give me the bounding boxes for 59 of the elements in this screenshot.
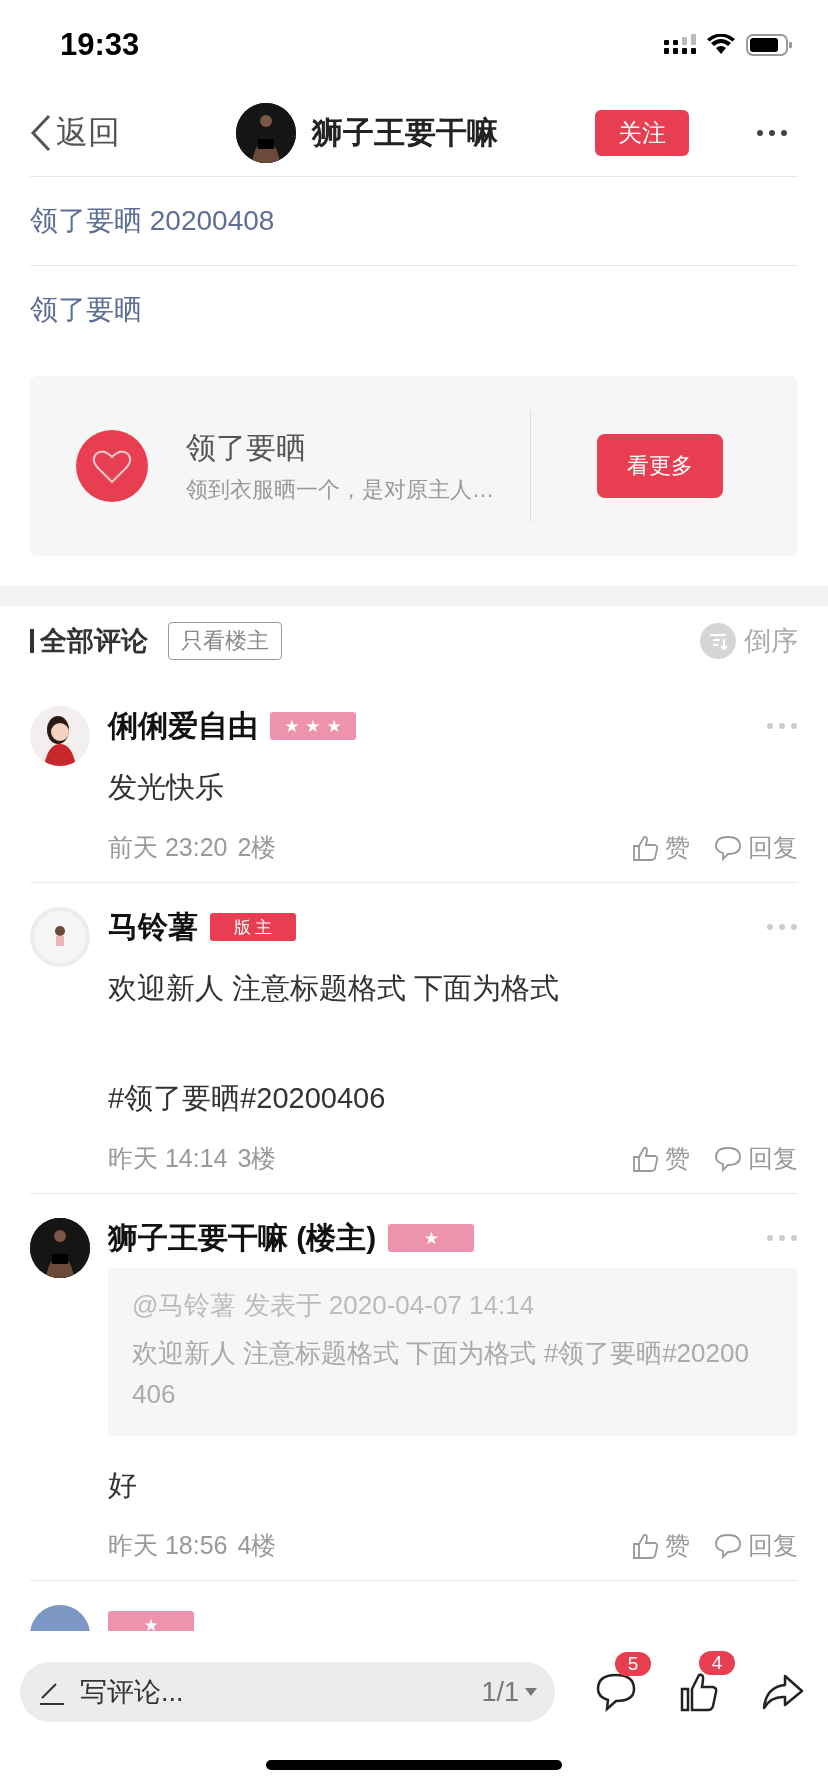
signal-icon xyxy=(664,34,696,56)
status-time: 19:33 xyxy=(60,27,140,63)
level-badge: ★ xyxy=(388,1224,475,1253)
follow-button[interactable]: 关注 xyxy=(595,110,689,156)
topic-link[interactable]: 领了要晒 xyxy=(30,265,798,354)
role-badge: 版 主 xyxy=(210,913,296,942)
speech-bubble-icon xyxy=(595,1672,637,1712)
caret-icon xyxy=(525,1688,537,1696)
section-title: 全部评论 xyxy=(40,625,148,658)
author-only-button[interactable]: 只看楼主 xyxy=(168,622,282,660)
thumbs-up-icon xyxy=(631,1531,659,1560)
comment-text: 欢迎新人 注意标题格式 下面为格式 #领了要晒#20200406 xyxy=(108,971,561,1117)
comment-time: 昨天 14:14 xyxy=(108,1143,228,1175)
user-name: 马铃薯 xyxy=(108,908,198,945)
wifi-icon xyxy=(706,34,736,56)
user-name: 狮子王要干嘛 (楼主) xyxy=(108,1219,377,1256)
comment-time: 前天 23:20 xyxy=(108,832,228,864)
floor-number: 3楼 xyxy=(237,1143,277,1175)
thumbs-up-icon xyxy=(631,1144,659,1173)
sort-icon xyxy=(700,623,736,659)
share-icon xyxy=(761,1673,805,1711)
comment-time: 昨天 18:56 xyxy=(108,1530,228,1562)
share-button[interactable] xyxy=(761,1673,805,1711)
more-icon[interactable] xyxy=(756,129,788,137)
page-selector[interactable]: 1/1 xyxy=(481,1676,537,1708)
comment-input[interactable]: 写评论... 1/1 xyxy=(20,1662,555,1722)
count-badge: 4 xyxy=(699,1651,735,1675)
level-badge: ★★★ xyxy=(270,712,356,740)
see-more-button[interactable]: 看更多 xyxy=(597,434,723,498)
back-button[interactable]: 返回 xyxy=(30,111,120,155)
count-badge: 5 xyxy=(615,1652,651,1676)
comment-text: 好 xyxy=(108,1467,138,1503)
level-badge: ★ xyxy=(108,1611,194,1632)
like-button[interactable]: 赞 xyxy=(631,1142,690,1176)
like-button[interactable]: 赞 xyxy=(631,1529,690,1563)
like-button[interactable]: 赞 xyxy=(631,831,690,865)
thumbs-up-icon xyxy=(679,1671,719,1713)
back-icon xyxy=(30,114,52,152)
author-name: 狮子王要干嘛 xyxy=(312,114,498,152)
topic-title: 领了要晒 xyxy=(186,429,307,466)
floor-number: 2楼 xyxy=(237,832,277,864)
user-name: 俐俐爱自由 xyxy=(108,707,258,744)
comments-button[interactable] xyxy=(595,1672,637,1712)
reply-button[interactable]: 回复 xyxy=(714,1529,798,1563)
floor-number: 4楼 xyxy=(237,1530,277,1562)
post-title: 领了要晒 20200408 xyxy=(30,176,798,265)
comment-text: 发光快乐 xyxy=(108,770,225,805)
speech-bubble-icon xyxy=(714,834,742,861)
speech-bubble-icon xyxy=(714,1145,742,1172)
topic-description: 领到衣服晒一个，是对原主人… xyxy=(186,475,495,504)
quote-text: 欢迎新人 注意标题格式 下面为格式 #领了要晒#20200406 xyxy=(132,1337,750,1411)
quote-header: @马铃薯 发表于 2020-04-07 14:14 xyxy=(132,1289,536,1323)
like-button[interactable] xyxy=(679,1671,719,1713)
sort-button[interactable]: 倒序 xyxy=(700,623,798,659)
reply-button[interactable]: 回复 xyxy=(714,831,798,865)
battery-icon xyxy=(746,34,792,56)
speech-bubble-icon xyxy=(714,1532,742,1559)
thumbs-up-icon xyxy=(631,833,659,862)
reply-button[interactable]: 回复 xyxy=(714,1142,798,1176)
